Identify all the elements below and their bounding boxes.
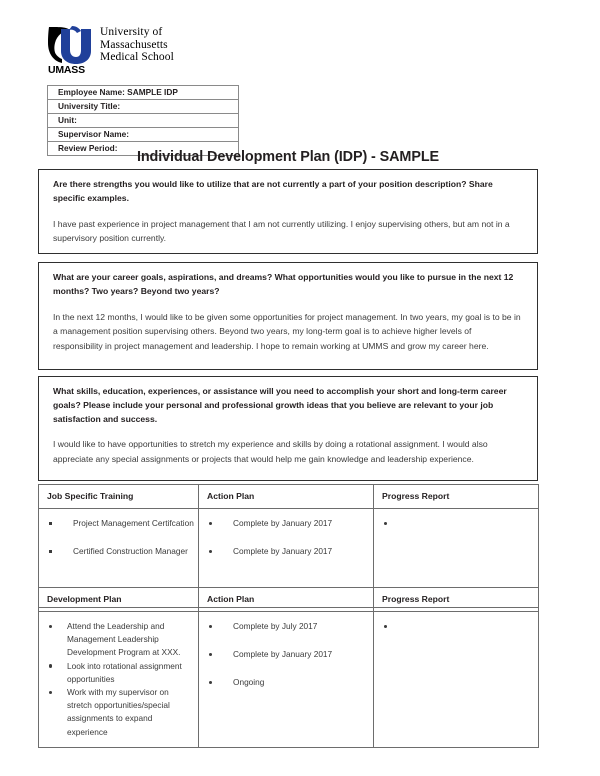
training-action-list: Complete by January 2017 Complete by Jan… — [207, 517, 369, 558]
employee-name-field[interactable]: Employee Name: SAMPLE IDP — [47, 85, 239, 100]
question-box-strengths: Are there strengths you would like to ut… — [38, 169, 538, 254]
list-item: Ongoing — [207, 676, 369, 689]
development-plan-table: Development Plan Action Plan Progress Re… — [38, 587, 539, 748]
institution-name-line-3: Medical School — [100, 51, 174, 63]
question-box-skills-needed: What skills, education, experiences, or … — [38, 376, 538, 481]
supervisor-name-field[interactable]: Supervisor Name: — [47, 127, 239, 142]
question-answer[interactable]: I would like to have opportunities to st… — [53, 437, 523, 466]
column-header-job-specific-training: Job Specific Training — [38, 484, 199, 509]
list-item: Work with my supervisor on stretch oppor… — [47, 686, 194, 739]
umass-u-logo-icon: UMASS — [48, 24, 94, 74]
question-prompt: Are there strengths you would like to ut… — [53, 179, 493, 203]
question-prompt: What are your career goals, aspirations,… — [53, 272, 514, 296]
unit-field[interactable]: Unit: — [47, 113, 239, 128]
table-header-row: Development Plan Action Plan Progress Re… — [38, 587, 539, 612]
column-header-progress-report: Progress Report — [373, 587, 539, 612]
column-header-action-plan: Action Plan — [198, 484, 374, 509]
column-header-progress-report: Progress Report — [373, 484, 539, 509]
table-row: Employee Name: SAMPLE IDP — [47, 85, 239, 100]
list-item: Project Management Certifcation — [47, 517, 194, 530]
institution-name-line-1: University of — [100, 26, 163, 38]
list-item: Attend the Leadership and Management Lea… — [47, 620, 194, 660]
training-items-list: Project Management Certifcation Certifie… — [47, 517, 194, 558]
employee-info-table: Employee Name: SAMPLE IDP University Tit… — [47, 85, 239, 156]
column-header-action-plan: Action Plan — [198, 587, 374, 612]
question-answer[interactable]: I have past experience in project manage… — [53, 217, 523, 246]
list-item: Complete by January 2017 — [207, 545, 369, 558]
list-item: Complete by July 2017 — [207, 620, 369, 633]
progress-bullet-empty — [382, 620, 534, 630]
list-item: Certified Construction Manager — [47, 545, 194, 558]
list-item: Complete by January 2017 — [207, 517, 369, 530]
list-item: Look into rotational assignment opportun… — [47, 660, 194, 686]
table-row: Attend the Leadership and Management Lea… — [38, 611, 539, 748]
development-items-list: Attend the Leadership and Management Lea… — [47, 620, 194, 739]
table-row: University Title: — [47, 99, 239, 114]
table-header-row: Job Specific Training Action Plan Progre… — [38, 484, 539, 509]
development-items-cell[interactable]: Attend the Leadership and Management Lea… — [38, 611, 199, 748]
development-action-plan-cell[interactable]: Complete by July 2017 Complete by Januar… — [198, 611, 374, 748]
page-title: Individual Development Plan (IDP) - SAMP… — [136, 149, 440, 165]
letterhead: UMASS University of Massachusetts Medica… — [48, 24, 174, 74]
document-page: UMASS University of Massachusetts Medica… — [0, 0, 600, 776]
svg-text:UMASS: UMASS — [48, 64, 85, 74]
question-box-career-goals: What are your career goals, aspirations,… — [38, 262, 538, 370]
university-title-field[interactable]: University Title: — [47, 99, 239, 114]
list-item: Complete by January 2017 — [207, 648, 369, 661]
development-action-list: Complete by July 2017 Complete by Januar… — [207, 620, 369, 690]
progress-bullet-empty — [382, 517, 534, 527]
development-progress-report-cell[interactable] — [373, 611, 539, 748]
institution-name-line-2: Massachusetts — [100, 38, 168, 51]
question-answer[interactable]: In the next 12 months, I would like to b… — [53, 310, 523, 354]
question-prompt: What skills, education, experiences, or … — [53, 386, 507, 424]
institution-name: University of Massachusetts Medical Scho… — [100, 24, 174, 64]
table-row: Supervisor Name: — [47, 127, 239, 142]
table-row: Unit: — [47, 113, 239, 128]
column-header-development-plan: Development Plan — [38, 587, 199, 612]
